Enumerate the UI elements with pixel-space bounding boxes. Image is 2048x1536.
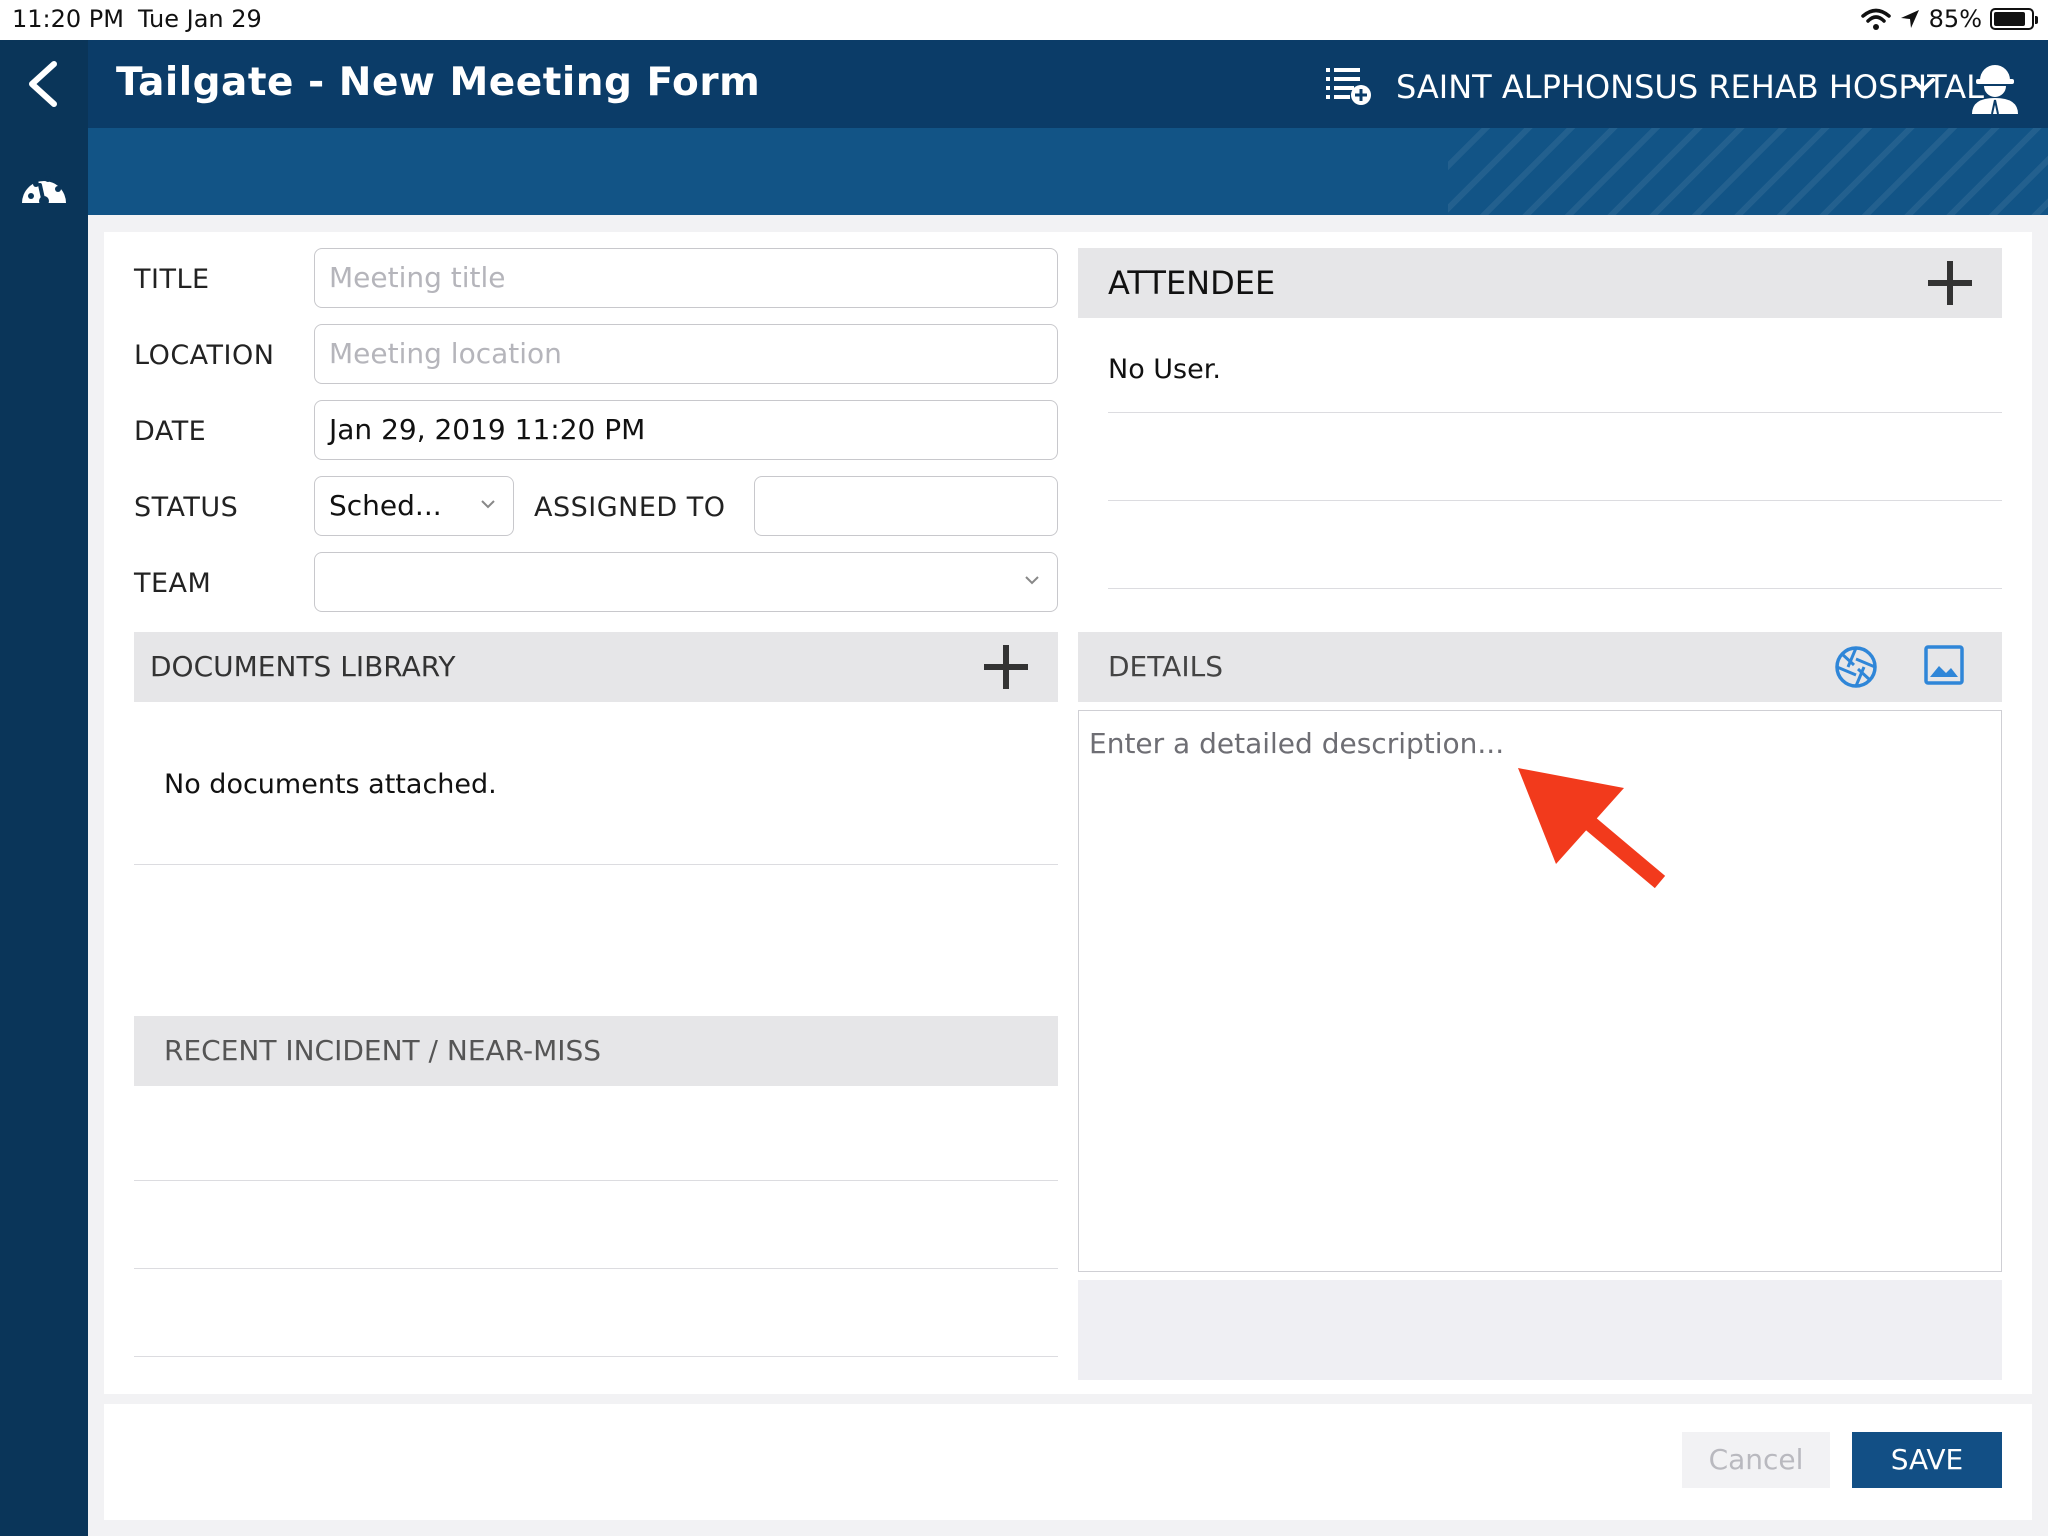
team-label: TEAM	[134, 568, 212, 599]
dashboard-gauge-icon[interactable]	[18, 165, 70, 217]
attendee-heading: ATTENDEE	[1108, 264, 1276, 302]
camera-aperture-icon[interactable]	[1834, 645, 1878, 689]
chevron-down-icon[interactable]	[1910, 74, 1936, 96]
header-subbar	[88, 128, 2048, 215]
wifi-icon	[1860, 8, 1891, 30]
attendee-divider	[1108, 412, 2002, 413]
battery-percent: 85%	[1928, 5, 1982, 33]
app-header: Tailgate - New Meeting Form SAINT ALPHON…	[88, 40, 2048, 128]
left-rail	[0, 40, 88, 1536]
add-document-plus-icon[interactable]	[984, 645, 1028, 689]
attendee-header: ATTENDEE	[1078, 248, 2002, 318]
details-heading: DETAILS	[1108, 650, 1223, 683]
team-select[interactable]	[314, 552, 1058, 612]
documents-empty-text: No documents attached.	[164, 769, 497, 800]
date-label: DATE	[134, 416, 207, 447]
back-chevron-icon[interactable]	[22, 60, 66, 108]
status-label: STATUS	[134, 492, 239, 523]
location-label: LOCATION	[134, 340, 275, 371]
image-gallery-icon[interactable]	[1924, 645, 1964, 685]
status-bar: 11:20 PM Tue Jan 29 85%	[0, 0, 2048, 40]
organization-selector[interactable]: SAINT ALPHONSUS REHAB HOSPITAL	[1396, 68, 1984, 106]
attendee-empty-text: No User.	[1108, 354, 1221, 385]
title-input[interactable]: Meeting title	[314, 248, 1058, 308]
date-field[interactable]: Jan 29, 2019 11:20 PM	[314, 400, 1058, 460]
incidents-header: RECENT INCIDENT / NEAR-MISS	[134, 1016, 1058, 1086]
incidents-divider	[134, 1268, 1058, 1269]
form-footer: Cancel SAVE	[104, 1404, 2032, 1520]
documents-divider	[134, 864, 1058, 865]
cancel-button[interactable]: Cancel	[1682, 1432, 1830, 1488]
attendee-divider	[1108, 500, 2002, 501]
title-label: TITLE	[134, 264, 210, 295]
chevron-down-icon	[481, 500, 495, 509]
details-placeholder: Enter a detailed description...	[1089, 727, 1505, 760]
page-title: Tailgate - New Meeting Form	[116, 60, 761, 105]
status-right: 85%	[1860, 5, 2038, 33]
annotation-arrow-icon	[1518, 768, 1666, 889]
worker-hardhat-icon[interactable]	[1968, 58, 2022, 114]
battery-icon	[1990, 8, 2038, 30]
documents-header: DOCUMENTS LIBRARY	[134, 632, 1058, 702]
status-time: 11:20 PM	[12, 5, 124, 33]
details-header: DETAILS	[1078, 632, 2002, 702]
add-attendee-plus-icon[interactable]	[1928, 261, 1972, 305]
location-input[interactable]: Meeting location	[314, 324, 1058, 384]
assigned-to-label: ASSIGNED TO	[534, 492, 726, 523]
status-value: Sched...	[329, 489, 442, 522]
chevron-down-icon	[1025, 576, 1039, 585]
incidents-heading: RECENT INCIDENT / NEAR-MISS	[164, 1034, 602, 1067]
assigned-to-input[interactable]	[754, 476, 1058, 536]
list-add-icon[interactable]	[1326, 64, 1372, 106]
location-arrow-icon	[1900, 10, 1919, 28]
save-button[interactable]: SAVE	[1852, 1432, 2002, 1488]
attendee-divider	[1108, 588, 2002, 589]
details-footer-area	[1078, 1280, 2002, 1380]
documents-heading: DOCUMENTS LIBRARY	[150, 650, 456, 683]
incidents-divider	[134, 1180, 1058, 1181]
incidents-divider	[134, 1356, 1058, 1357]
status-select[interactable]: Sched...	[314, 476, 514, 536]
status-date: Tue Jan 29	[138, 5, 262, 33]
